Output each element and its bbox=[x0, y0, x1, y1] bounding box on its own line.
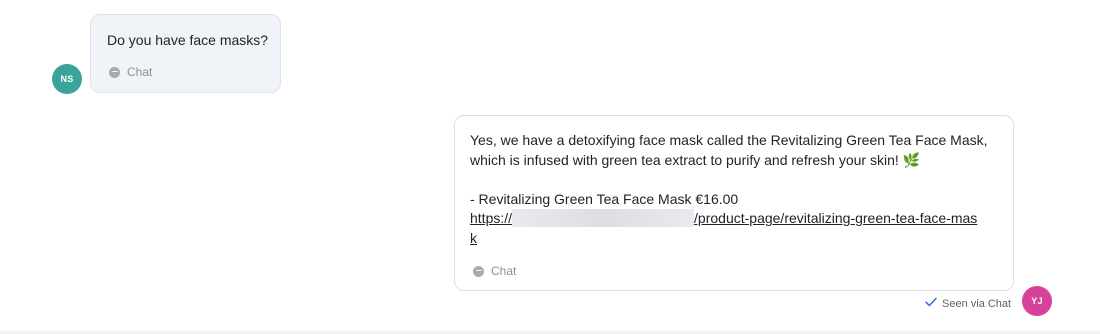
message-line: which is infused with green tea extract … bbox=[470, 151, 921, 168]
checkmark-icon bbox=[925, 297, 937, 310]
product-link[interactable]: https:// /product-page/revitalizing-green… bbox=[470, 209, 988, 229]
redacted-domain bbox=[512, 209, 695, 228]
seen-status: Seen via Chat bbox=[925, 297, 1011, 310]
product-link-tail[interactable]: k bbox=[470, 230, 477, 246]
incoming-channel: Chat bbox=[109, 65, 152, 79]
chat-bubble-icon bbox=[109, 66, 120, 78]
channel-label: Chat bbox=[127, 65, 153, 79]
avatar-initials: YJ bbox=[1031, 296, 1043, 306]
avatar-agent[interactable]: YJ bbox=[1022, 286, 1052, 316]
avatar-customer[interactable]: NS bbox=[52, 64, 82, 94]
outgoing-message-bubble: Yes, we have a detoxifying face mask cal… bbox=[454, 115, 1014, 291]
outgoing-channel: Chat bbox=[473, 264, 516, 278]
incoming-message-text: Do you have face masks? bbox=[107, 32, 269, 48]
outgoing-message-text: Yes, we have a detoxifying face mask cal… bbox=[470, 131, 988, 249]
message-line: Yes, we have a detoxifying face mask cal… bbox=[470, 132, 988, 148]
seen-status-label: Seen via Chat bbox=[942, 297, 1012, 310]
composer-edge bbox=[0, 328, 1100, 334]
product-link-prefix[interactable]: https:// bbox=[470, 210, 512, 226]
channel-label: Chat bbox=[491, 264, 517, 278]
chat-bubble-icon bbox=[473, 265, 484, 277]
product-link-path[interactable]: /product-page/revitalizing-green-tea-fac… bbox=[694, 210, 977, 226]
product-line: - Revitalizing Green Tea Face Mask €16.0… bbox=[470, 190, 739, 207]
avatar-initials: NS bbox=[60, 74, 74, 84]
incoming-message-bubble: Do you have face masks? Chat bbox=[90, 14, 281, 93]
